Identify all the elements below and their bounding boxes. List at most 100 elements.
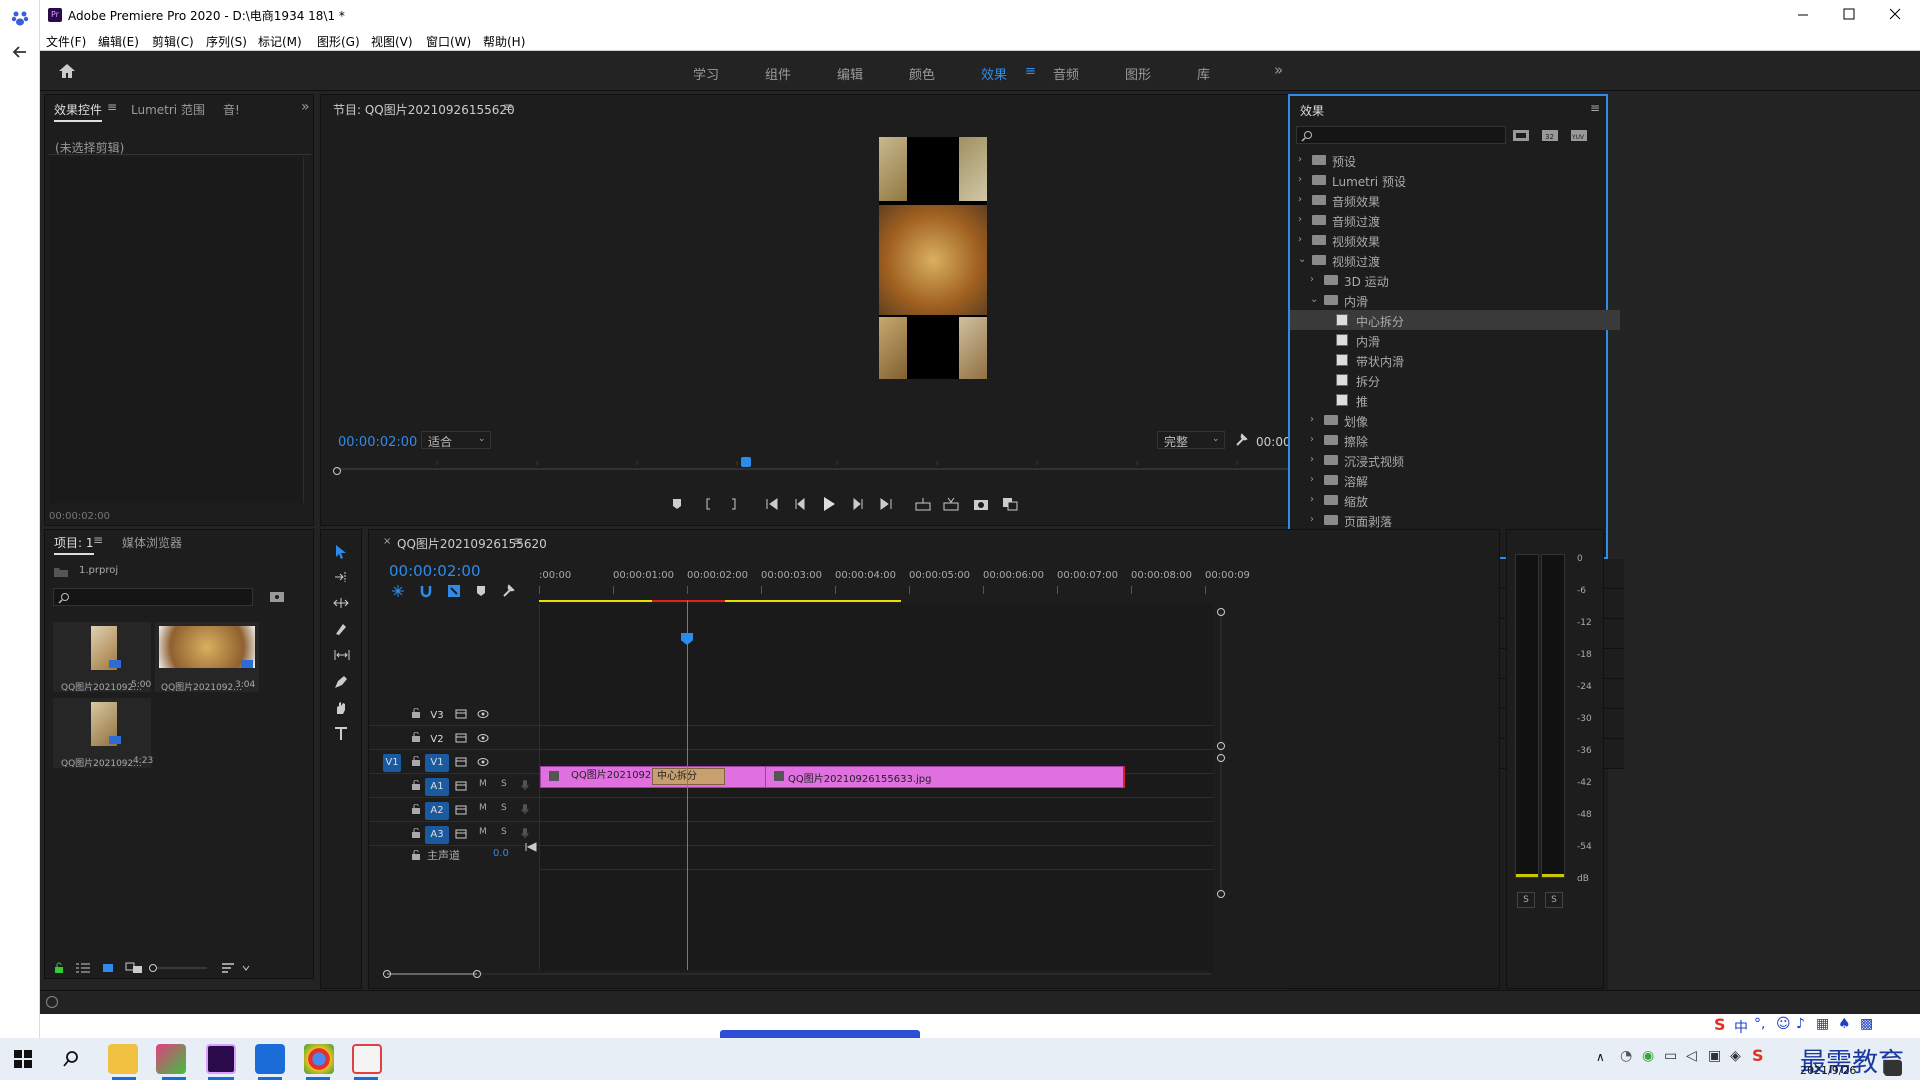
go-to-out-icon[interactable]: [879, 497, 893, 511]
punctuation-icon[interactable]: °,: [1754, 1016, 1765, 1032]
sync-lock-icon[interactable]: [455, 805, 467, 815]
effect-folder-item[interactable]: › 页面剥落: [1290, 510, 1620, 530]
effect-preset-item[interactable]: 推: [1290, 390, 1620, 410]
close-sequence-icon[interactable]: ×: [383, 536, 391, 547]
quality-dropdown[interactable]: 完整 ⌄: [1157, 431, 1225, 449]
list-view-icon[interactable]: [75, 962, 91, 974]
chevron-down-icon[interactable]: ⌄: [1310, 294, 1318, 305]
chevron-right-icon[interactable]: ›: [1310, 514, 1314, 525]
effect-folder-item[interactable]: ⌄ 内滑: [1290, 290, 1620, 310]
effect-preset-item[interactable]: 内滑: [1290, 330, 1620, 350]
workspace-editing[interactable]: 编辑: [837, 64, 863, 83]
sogou-tray-icon[interactable]: S: [1752, 1046, 1764, 1065]
insert-sequence-icon[interactable]: [391, 584, 405, 598]
toolbox-icon[interactable]: ▩: [1860, 1016, 1873, 1032]
photos-app-icon[interactable]: [156, 1044, 186, 1074]
transition-clip[interactable]: 中心拆分: [652, 768, 725, 785]
program-playhead[interactable]: [740, 457, 751, 467]
effect-preset-item[interactable]: 中心拆分: [1290, 310, 1620, 330]
eye-icon[interactable]: [477, 733, 489, 743]
chevron-right-icon[interactable]: ›: [1310, 474, 1314, 485]
lock-icon[interactable]: [53, 962, 65, 974]
solo-button[interactable]: S: [501, 827, 507, 837]
32bit-effects-icon[interactable]: 32: [1541, 127, 1559, 143]
eye-icon[interactable]: [477, 757, 489, 767]
workspace-learn[interactable]: 学习: [693, 64, 719, 83]
menu-edit[interactable]: 编辑(E): [98, 33, 139, 50]
chevron-right-icon[interactable]: ›: [1298, 194, 1302, 205]
effect-folder-item[interactable]: › 沉浸式视频: [1290, 450, 1620, 470]
shirt-icon[interactable]: ♠: [1838, 1016, 1851, 1032]
program-timecode[interactable]: 00:00:02:00: [338, 435, 417, 450]
tablet-app-icon[interactable]: [255, 1044, 285, 1074]
effect-folder-item[interactable]: › Lumetri 预设: [1290, 170, 1620, 190]
chevron-down-icon[interactable]: [241, 962, 251, 974]
effect-folder-item[interactable]: › 缩放: [1290, 490, 1620, 510]
sync-lock-icon[interactable]: [455, 733, 467, 743]
lock-icon[interactable]: [411, 804, 421, 814]
windows-start-icon[interactable]: [14, 1050, 32, 1068]
program-scrubber[interactable]: [333, 457, 1335, 477]
sync-lock-icon[interactable]: [455, 709, 467, 719]
add-marker-icon[interactable]: [475, 584, 487, 598]
tray-app-icon[interactable]: ◈: [1730, 1048, 1741, 1064]
track-target[interactable]: V2: [425, 730, 449, 748]
menu-clip[interactable]: 剪辑(C): [152, 33, 194, 50]
menu-sequence[interactable]: 序列(S): [206, 33, 247, 50]
mute-button[interactable]: M: [479, 827, 487, 837]
network-icon[interactable]: ▭: [1664, 1048, 1677, 1064]
slip-tool-icon[interactable]: [333, 648, 351, 662]
mic-icon[interactable]: ♪: [1796, 1016, 1805, 1032]
chevron-right-icon[interactable]: ›: [1310, 274, 1314, 285]
sync-lock-icon[interactable]: [455, 757, 467, 767]
project-search-input[interactable]: [53, 588, 253, 606]
sort-icon[interactable]: [221, 962, 235, 974]
monitor-icon[interactable]: ▣: [1708, 1048, 1721, 1064]
effect-folder-item[interactable]: ⌄ 视频过渡: [1290, 250, 1620, 270]
mark-out-icon[interactable]: [729, 497, 739, 511]
mark-in-icon[interactable]: [703, 497, 713, 511]
chrome-icon[interactable]: [304, 1044, 334, 1074]
expand-panels-icon[interactable]: »: [301, 99, 310, 115]
search-icon[interactable]: [62, 1050, 80, 1068]
yuv-effects-icon[interactable]: YUV: [1570, 127, 1588, 143]
zoom-slider[interactable]: [149, 962, 209, 974]
back-arrow-icon[interactable]: [10, 42, 30, 62]
wrench-icon[interactable]: [1234, 433, 1248, 447]
project-item[interactable]: QQ图片2021092... 5:00: [53, 622, 151, 693]
workspace-graphics[interactable]: 图形: [1125, 64, 1151, 83]
sync-lock-icon[interactable]: [455, 781, 467, 791]
home-icon[interactable]: [58, 63, 76, 79]
icon-view-icon[interactable]: [101, 962, 115, 974]
effect-folder-item[interactable]: › 3D 运动: [1290, 270, 1620, 290]
go-to-in-icon[interactable]: [765, 497, 779, 511]
new-search-bin-icon[interactable]: [269, 590, 285, 604]
timeline-timecode[interactable]: 00:00:02:00: [389, 562, 481, 580]
video-clip-2[interactable]: QQ图片20210926155633.jpg: [765, 766, 1125, 788]
tab-menu-icon[interactable]: ≡: [107, 100, 117, 114]
workspace-effects[interactable]: 效果: [981, 64, 1007, 83]
step-back-icon[interactable]: [793, 497, 807, 511]
snap-icon[interactable]: [419, 584, 433, 598]
mic-icon[interactable]: [521, 827, 529, 839]
track-target[interactable]: V3: [425, 706, 449, 724]
file-explorer-icon[interactable]: [108, 1044, 138, 1074]
effect-folder-item[interactable]: › 音频效果: [1290, 190, 1620, 210]
chevron-down-icon[interactable]: ⌄: [1298, 254, 1306, 265]
effect-folder-item[interactable]: › 溶解: [1290, 470, 1620, 490]
security-icon[interactable]: ◉: [1642, 1048, 1654, 1064]
track-target[interactable]: V1: [425, 754, 449, 772]
tab-audio[interactable]: 音!: [223, 101, 240, 118]
menu-file[interactable]: 文件(F): [46, 33, 86, 50]
chevron-right-icon[interactable]: ›: [1298, 174, 1302, 185]
track-select-tool-icon[interactable]: [333, 570, 349, 584]
volume-icon[interactable]: ◁: [1686, 1048, 1697, 1064]
mute-button[interactable]: M: [479, 779, 487, 789]
chevron-right-icon[interactable]: ›: [1310, 414, 1314, 425]
track-height-scroller[interactable]: [1215, 608, 1227, 898]
more-workspaces-icon[interactable]: »: [1274, 61, 1283, 79]
maximize-icon[interactable]: [1842, 7, 1856, 21]
feather-app-icon[interactable]: [352, 1044, 382, 1074]
effect-folder-item[interactable]: › 视频效果: [1290, 230, 1620, 250]
workspace-color[interactable]: 颜色: [909, 64, 935, 83]
